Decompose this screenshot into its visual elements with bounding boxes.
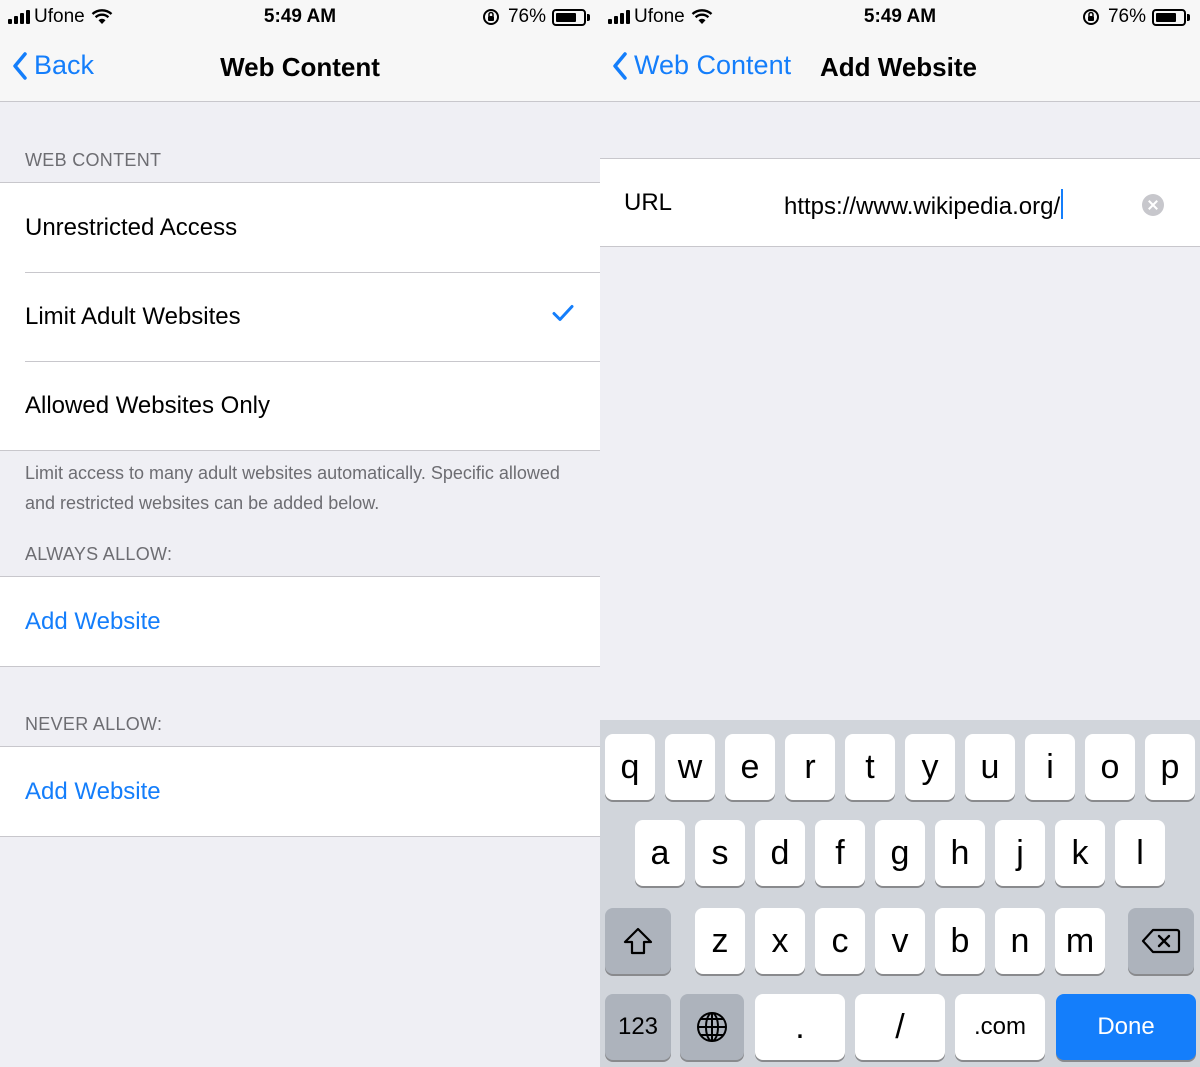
key-a[interactable]: a [635, 820, 685, 886]
globe-key[interactable] [680, 994, 744, 1060]
numbers-key[interactable]: 123 [605, 994, 671, 1060]
key-h[interactable]: h [935, 820, 985, 886]
web-content-footer: Limit access to many adult websites auto… [25, 463, 560, 513]
key-s[interactable]: s [695, 820, 745, 886]
globe-icon [697, 1012, 727, 1042]
key-b[interactable]: b [935, 908, 985, 974]
orientation-lock-icon [1082, 9, 1099, 25]
shift-icon [623, 927, 653, 955]
key-z[interactable]: z [695, 908, 745, 974]
battery-percent: 76% [507, 6, 546, 27]
key-n[interactable]: n [995, 908, 1045, 974]
option-label: Allowed Websites Only [25, 391, 270, 419]
never-allow-header: NEVER ALLOW: [25, 714, 163, 734]
status-bar: Ufone 5:49 AM 76% [0, 0, 600, 34]
checkmark-icon [552, 305, 574, 321]
web-content-header: WEB CONTENT [25, 150, 162, 170]
key-m[interactable]: m [1055, 908, 1105, 974]
key-g[interactable]: g [875, 820, 925, 886]
option-unrestricted-access[interactable]: Unrestricted Access [0, 183, 600, 272]
slash-key[interactable]: / [855, 994, 945, 1060]
never-allow-group: Add Website [0, 746, 600, 837]
navigation-bar: Web Content Add Website [600, 34, 1200, 102]
option-allowed-websites-only[interactable]: Allowed Websites Only [0, 361, 600, 450]
key-c[interactable]: c [815, 908, 865, 974]
add-website-screen: Ufone 5:49 AM 76% Web Content Add Websit… [600, 0, 1200, 1067]
key-r[interactable]: r [785, 734, 835, 800]
option-limit-adult-websites[interactable]: Limit Adult Websites [0, 272, 600, 361]
never-allow-add-website-button[interactable]: Add Website [0, 747, 600, 836]
option-label: Unrestricted Access [25, 213, 238, 241]
status-bar: Ufone 5:49 AM 76% [600, 0, 1200, 34]
delete-key[interactable] [1128, 908, 1194, 974]
key-o[interactable]: o [1085, 734, 1135, 800]
option-label: Limit Adult Websites [25, 302, 241, 330]
orientation-lock-icon [482, 9, 499, 25]
period-key[interactable]: . [755, 994, 845, 1060]
dotcom-key[interactable]: .com [955, 994, 1045, 1060]
navigation-bar: Back Web Content [0, 34, 600, 102]
battery-percent: 76% [1107, 6, 1146, 27]
always-allow-add-website-button[interactable]: Add Website [0, 577, 600, 666]
battery-icon [552, 8, 590, 26]
web-content-options: Unrestricted Access Limit Adult Websites… [0, 182, 600, 451]
key-e[interactable]: e [725, 734, 775, 800]
always-allow-group: Add Website [0, 576, 600, 667]
clear-icon[interactable] [1142, 194, 1164, 216]
battery-icon [1152, 8, 1190, 26]
text-caret [1061, 189, 1064, 219]
key-u[interactable]: u [965, 734, 1015, 800]
shift-key[interactable] [605, 908, 671, 974]
key-t[interactable]: t [845, 734, 895, 800]
page-title: Add Website [820, 52, 977, 82]
key-v[interactable]: v [875, 908, 925, 974]
key-w[interactable]: w [665, 734, 715, 800]
key-k[interactable]: k [1055, 820, 1105, 886]
key-i[interactable]: i [1025, 734, 1075, 800]
key-q[interactable]: q [605, 734, 655, 800]
url-value-text: https://www.wikipedia.org/ [784, 193, 1061, 220]
url-input[interactable]: https://www.wikipedia.org/ [784, 189, 1064, 221]
key-j[interactable]: j [995, 820, 1045, 886]
url-field-row: URL https://www.wikipedia.org/ [600, 158, 1200, 247]
key-x[interactable]: x [755, 908, 805, 974]
done-button[interactable]: Done [1056, 994, 1196, 1060]
key-f[interactable]: f [815, 820, 865, 886]
always-allow-header: ALWAYS ALLOW: [25, 544, 173, 564]
url-label: URL [624, 189, 673, 216]
key-d[interactable]: d [755, 820, 805, 886]
key-l[interactable]: l [1115, 820, 1165, 886]
keyboard: 123 . / .com Done qwertyuiop asdfghjkl zxc… [600, 720, 1200, 1067]
web-content-screen: Ufone 5:49 AM 76% Back Web Content WEB C… [0, 0, 600, 1067]
delete-icon [1141, 928, 1181, 954]
chevron-left-icon [613, 51, 627, 80]
back-label: Web Content [634, 50, 792, 80]
key-y[interactable]: y [905, 734, 955, 800]
back-button[interactable]: Web Content [612, 50, 791, 81]
page-title: Web Content [220, 52, 380, 82]
key-p[interactable]: p [1145, 734, 1195, 800]
